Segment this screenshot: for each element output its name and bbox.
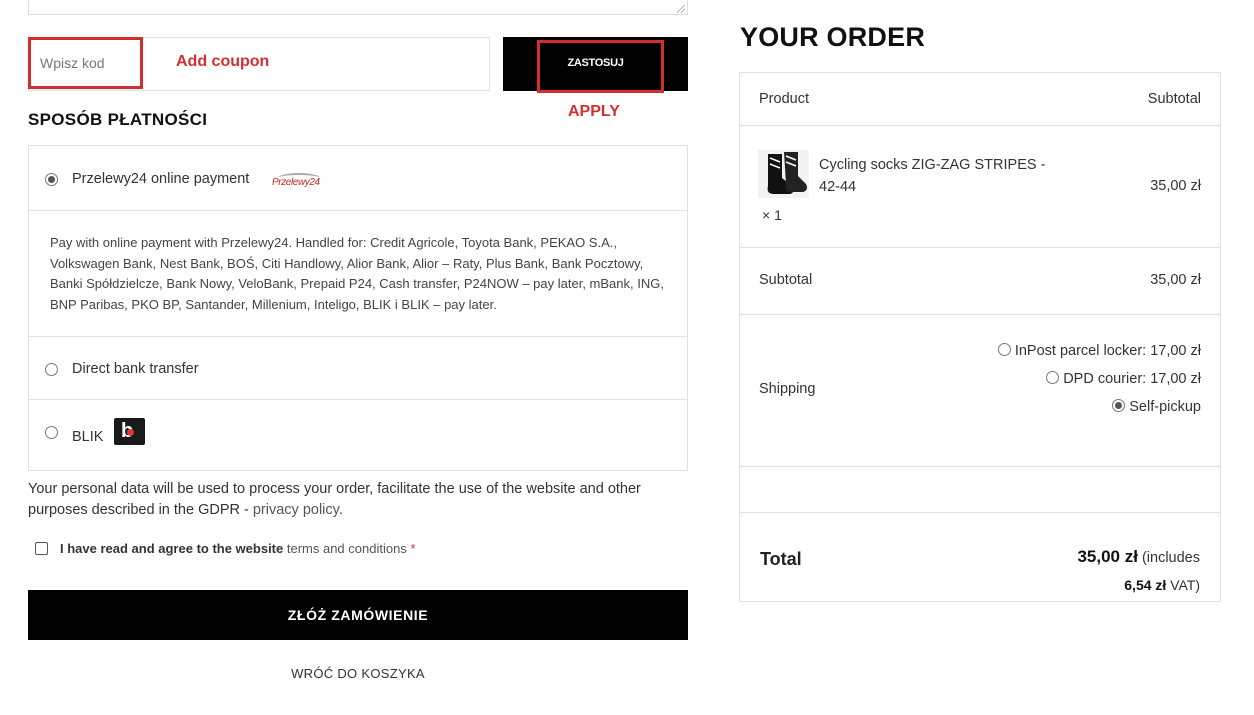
sock-product-image — [758, 150, 809, 198]
spacer-row — [740, 467, 1220, 513]
product-price: 35,00 zł — [1150, 178, 1201, 194]
shipping-option-self-pickup[interactable]: Self-pickup — [981, 397, 1201, 418]
apply-coupon-label: ZASTOSUJ — [567, 57, 624, 69]
product-quantity: × 1 — [762, 207, 782, 223]
back-to-cart-link[interactable]: WRÓĆ DO KOSZYKA — [28, 666, 688, 681]
shipping-label: Shipping — [759, 381, 816, 397]
terms-link[interactable]: terms and conditions — [287, 541, 407, 556]
subtotal-label: Subtotal — [759, 272, 813, 288]
blik-label: BLIK — [72, 429, 104, 445]
shipping-options: InPost parcel locker: 17,00 zł DPD couri… — [981, 341, 1201, 425]
place-order-button[interactable]: ZŁÓŻ ZAMÓWIENIE — [28, 590, 688, 640]
add-coupon-annotation: Add coupon — [176, 53, 270, 70]
payment-option-bank-transfer[interactable]: Direct bank transfer — [29, 337, 687, 400]
total-row: Total 35,00 zł (includes 6,54 zł VAT) — [740, 513, 1220, 601]
self-pickup-radio[interactable] — [1112, 399, 1126, 412]
payment-option-blik[interactable]: BLIK b — [29, 400, 687, 470]
payment-methods-box: Przelewy24 online payment Przelewy24 Pay… — [28, 145, 688, 471]
dpd-radio[interactable] — [1046, 371, 1060, 384]
shipping-option-dpd[interactable]: DPD courier: 17,00 zł — [981, 369, 1201, 390]
przelewy24-description-panel: Pay with online payment with Przelewy24.… — [29, 211, 687, 337]
order-summary-table: Product Subtotal Cycling socks ZIG-ZAG S… — [739, 72, 1221, 602]
przelewy24-radio[interactable] — [45, 173, 58, 186]
product-name: Cycling socks ZIG-ZAG STRIPES - 42-44 — [819, 157, 1046, 195]
vat-value: 6,54 zł — [1124, 577, 1167, 593]
payment-section-title: SPOSÓB PŁATNOŚCI — [28, 110, 208, 129]
subtotal-row: Subtotal 35,00 zł — [740, 248, 1220, 315]
blik-logo-icon: b — [114, 418, 145, 445]
total-value: 35,00 zł (includes 6,54 zł VAT) — [1077, 547, 1200, 593]
privacy-policy-link[interactable]: privacy policy — [253, 502, 339, 518]
header-subtotal: Subtotal — [1147, 91, 1201, 107]
przelewy24-description: Pay with online payment with Przelewy24.… — [50, 235, 664, 313]
bank-transfer-label: Direct bank transfer — [72, 361, 199, 377]
privacy-notice: Your personal data will be used to proce… — [28, 481, 641, 518]
resize-grip-icon[interactable] — [677, 5, 685, 13]
terms-label: I have read and agree to the website ter… — [60, 541, 416, 556]
blik-radio[interactable] — [45, 426, 58, 439]
subtotal-value: 35,00 zł — [1150, 272, 1201, 288]
inpost-radio[interactable] — [997, 343, 1011, 356]
shipping-option-inpost[interactable]: InPost parcel locker: 17,00 zł — [981, 341, 1201, 362]
total-label: Total — [760, 549, 802, 569]
payment-option-przelewy24[interactable]: Przelewy24 online payment Przelewy24 — [29, 146, 687, 211]
przelewy24-logo: Przelewy24 — [272, 173, 324, 190]
required-marker: * — [410, 541, 416, 556]
header-product: Product — [759, 91, 809, 107]
apply-annotation: APPLY — [568, 103, 620, 120]
order-item-row: Cycling socks ZIG-ZAG STRIPES - 42-44 × … — [740, 126, 1220, 248]
terms-checkbox[interactable] — [35, 542, 48, 555]
bank-transfer-radio[interactable] — [45, 363, 58, 376]
order-title: YOUR ORDER — [740, 22, 926, 52]
order-notes-textarea[interactable] — [28, 0, 688, 15]
order-header-row: Product Subtotal — [740, 73, 1220, 126]
shipping-row: Shipping InPost parcel locker: 17,00 zł … — [740, 315, 1220, 467]
przelewy24-label: Przelewy24 online payment — [72, 171, 250, 187]
coupon-code-input[interactable] — [28, 37, 143, 89]
